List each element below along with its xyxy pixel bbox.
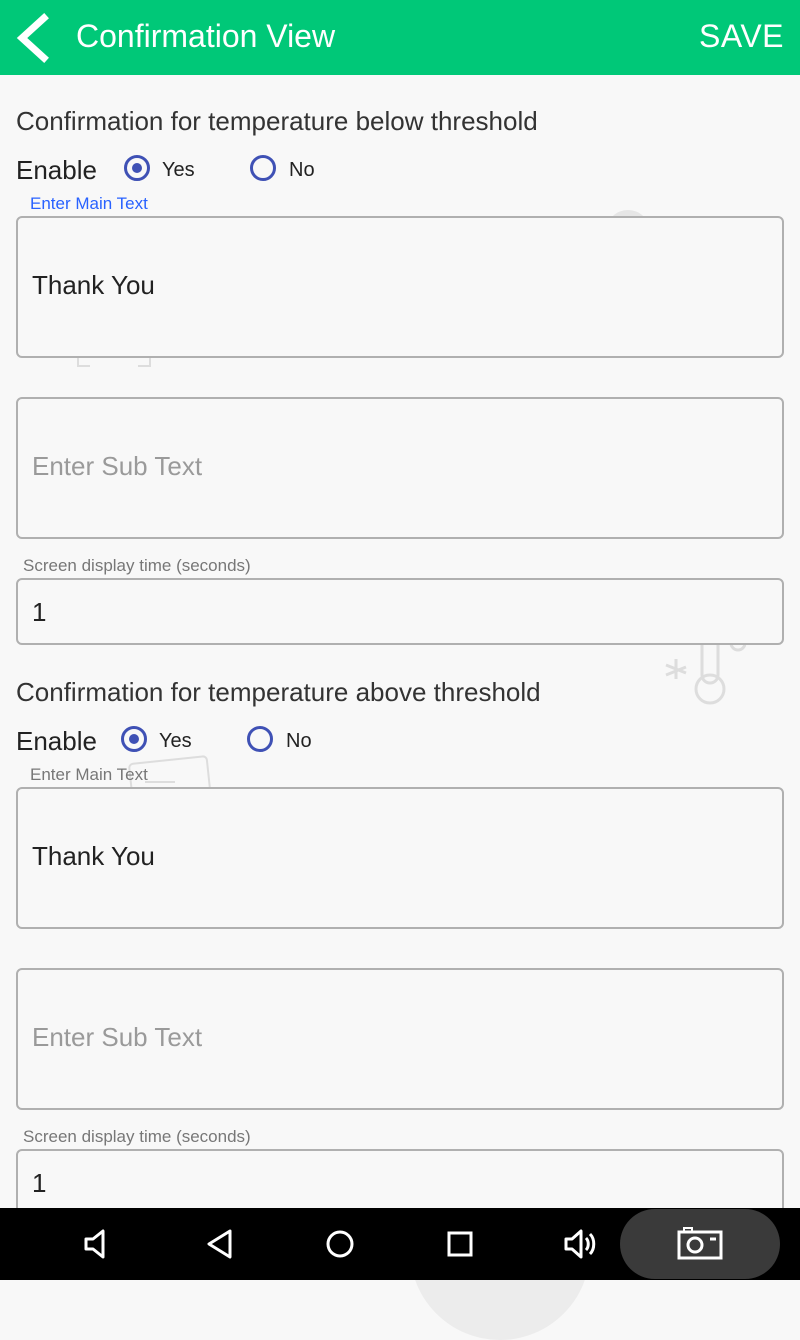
main-text-label: Enter Main Text <box>30 765 148 784</box>
radio-yes-label: Yes <box>159 730 192 752</box>
screenshot-icon <box>677 1227 723 1260</box>
radio-no-label: No <box>286 730 312 752</box>
screenshot-button[interactable] <box>620 1209 780 1279</box>
radio-yes-below[interactable] <box>124 155 150 181</box>
app-bar: Confirmation View SAVE <box>0 0 800 75</box>
radio-no-above[interactable] <box>247 726 273 752</box>
back-button[interactable] <box>8 10 62 66</box>
save-button[interactable]: SAVE <box>699 18 784 55</box>
enable-label: Enable <box>16 726 97 756</box>
main-text-value: Thank You <box>32 270 155 300</box>
back-icon[interactable] <box>202 1226 238 1262</box>
main-text-field-above[interactable]: Thank You <box>16 787 784 929</box>
section-title-above: Confirmation for temperature above thres… <box>16 677 541 707</box>
main-text-field-below[interactable]: Thank You <box>16 216 784 358</box>
section-title-below: Confirmation for temperature below thres… <box>16 106 538 136</box>
display-time-value: 1 <box>32 1168 47 1198</box>
main-text-value: Thank You <box>32 841 155 871</box>
sub-text-placeholder: Enter Sub Text <box>32 451 203 481</box>
recents-icon[interactable] <box>442 1226 478 1262</box>
radio-yes-above[interactable] <box>121 726 147 752</box>
chevron-left-icon <box>16 13 49 63</box>
home-icon[interactable] <box>322 1226 358 1262</box>
display-time-field-below[interactable]: 1 <box>16 578 784 645</box>
volume-down-icon[interactable] <box>80 1226 116 1262</box>
display-time-value: 1 <box>32 597 47 627</box>
enable-label: Enable <box>16 155 97 185</box>
main-text-label: Enter Main Text <box>30 194 148 213</box>
radio-no-label: No <box>289 159 315 181</box>
display-time-field-above[interactable]: 1 <box>16 1149 784 1216</box>
display-time-label: Screen display time (seconds) <box>23 1127 251 1146</box>
sub-text-placeholder: Enter Sub Text <box>32 1022 203 1052</box>
sub-text-field-below[interactable]: Enter Sub Text <box>16 397 784 539</box>
volume-up-icon[interactable] <box>562 1226 598 1262</box>
sub-text-field-above[interactable]: Enter Sub Text <box>16 968 784 1110</box>
radio-yes-label: Yes <box>162 159 195 181</box>
page-title: Confirmation View <box>76 18 336 54</box>
radio-no-below[interactable] <box>250 155 276 181</box>
display-time-label: Screen display time (seconds) <box>23 556 251 575</box>
